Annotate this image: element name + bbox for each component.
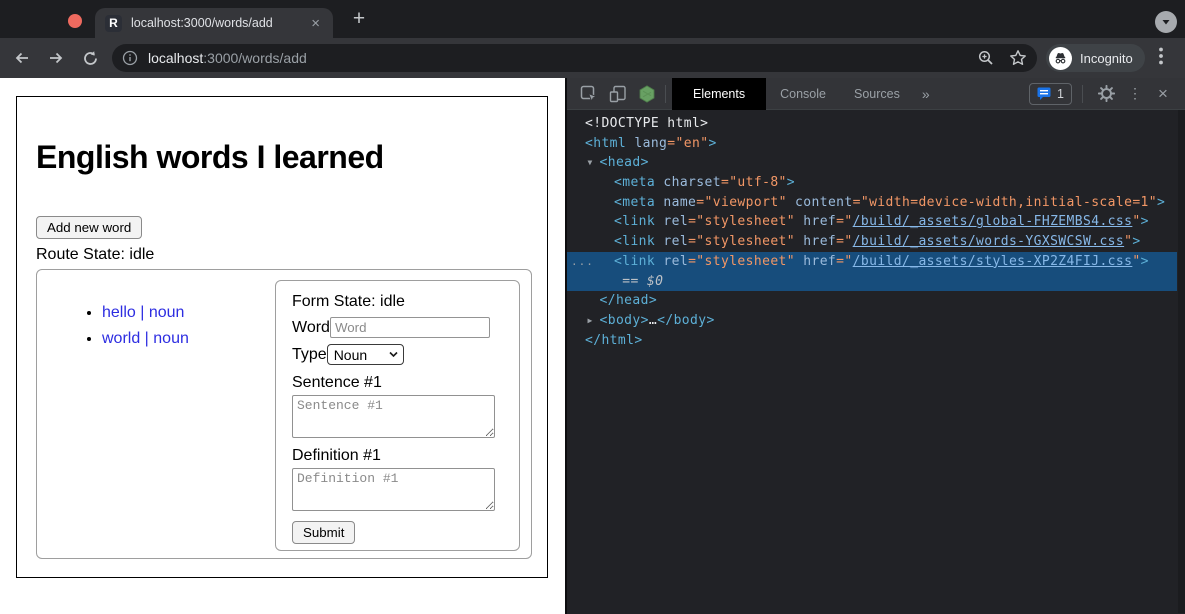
toolbar-divider: [1082, 85, 1083, 103]
stylesheet-link[interactable]: /build/_assets/styles-XP2Z4FIJ.css: [853, 254, 1133, 269]
url-text: localhost:3000/words/add: [148, 50, 977, 66]
bookmark-star-icon[interactable]: [1009, 49, 1027, 67]
row-overflow-icon[interactable]: ...: [571, 252, 594, 272]
word-link[interactable]: world | noun: [102, 330, 189, 347]
tab-console[interactable]: Console: [766, 78, 840, 110]
dom-tree-row[interactable]: </html>: [567, 331, 1177, 351]
forward-arrow-icon: [47, 49, 65, 67]
dom-tree-row[interactable]: ...<link rel="stylesheet" href="/build/_…: [567, 252, 1177, 272]
forward-button[interactable]: [44, 46, 68, 70]
collapsed-arrow-icon[interactable]: ▶: [588, 311, 600, 331]
devtools-toolbar: Elements Console Sources » 1 ⋮ ×: [567, 78, 1185, 110]
zoom-icon[interactable]: [977, 49, 995, 67]
submit-button[interactable]: Submit: [292, 521, 355, 544]
word-label: Word: [292, 319, 330, 337]
tab-close-icon[interactable]: ×: [308, 16, 323, 31]
tab-elements[interactable]: Elements: [672, 78, 766, 110]
add-new-word-button[interactable]: Add new word: [36, 216, 142, 239]
dom-tree-row[interactable]: ▼<head>: [567, 153, 1177, 173]
devtools-menu-icon[interactable]: ⋮: [1123, 82, 1147, 106]
incognito-label: Incognito: [1080, 51, 1133, 66]
stylesheet-link[interactable]: /build/_assets/words-YGXSWCSW.css: [853, 234, 1124, 249]
dom-tree: <!DOCTYPE html><html lang="en">▼<head><m…: [567, 110, 1185, 613]
add-word-form: Form State: idle Word TypeNoun Sentence …: [275, 280, 520, 551]
toolbar-divider: [665, 85, 666, 103]
page-title: English words I learned: [36, 139, 528, 176]
dom-tree-row[interactable]: </head>: [567, 291, 1177, 311]
issues-badge[interactable]: 1: [1029, 83, 1072, 105]
definition-label: Definition #1: [292, 447, 503, 465]
dom-tree-row[interactable]: ▶<body>…</body>: [567, 311, 1177, 331]
kebab-menu-icon: [1159, 47, 1163, 65]
address-bar[interactable]: localhost:3000/words/add: [112, 44, 1037, 72]
devtools-panel: Elements Console Sources » 1 ⋮ ×: [565, 78, 1185, 614]
app-container: English words I learned Add new word Rou…: [16, 96, 548, 578]
devtools-scrollbar[interactable]: [1178, 110, 1185, 613]
browser-toolbar: localhost:3000/words/add Incognito: [0, 38, 1185, 78]
browser-tab[interactable]: R localhost:3000/words/add ×: [95, 8, 333, 38]
tab-search-button[interactable]: [1155, 11, 1177, 33]
more-tabs-icon[interactable]: »: [914, 86, 938, 102]
reload-icon: [82, 50, 99, 67]
tab-sources[interactable]: Sources: [840, 78, 914, 110]
device-toolbar-icon[interactable]: [606, 82, 630, 106]
sentence-label: Sentence #1: [292, 374, 503, 392]
web-page: English words I learned Add new word Rou…: [0, 78, 565, 614]
new-tab-button[interactable]: +: [346, 6, 372, 32]
incognito-icon: [1049, 47, 1072, 70]
dom-tree-row[interactable]: <link rel="stylesheet" href="/build/_ass…: [567, 232, 1177, 252]
word-link[interactable]: hello | noun: [102, 304, 184, 321]
issues-count: 1: [1057, 87, 1064, 101]
remix-favicon-icon: R: [105, 15, 122, 32]
node-devtools-icon[interactable]: [635, 82, 659, 106]
back-arrow-icon: [13, 49, 31, 67]
sentence-textarea[interactable]: [292, 395, 495, 438]
dom-tree-row[interactable]: <!DOCTYPE html>: [567, 114, 1177, 134]
info-icon: [122, 50, 138, 66]
form-state-text: Form State: idle: [292, 293, 503, 311]
route-state-text: Route State: idle: [36, 246, 528, 264]
browser-menu-button[interactable]: [1151, 47, 1171, 70]
reload-button[interactable]: [78, 46, 102, 70]
dom-tree-row[interactable]: == $0: [567, 272, 1177, 292]
word-input[interactable]: [330, 317, 490, 338]
devtools-close-icon[interactable]: ×: [1151, 82, 1175, 106]
tab-strip: R localhost:3000/words/add × +: [0, 0, 1185, 38]
definition-textarea[interactable]: [292, 468, 495, 511]
inspect-element-icon[interactable]: [577, 82, 601, 106]
dom-tree-row[interactable]: <html lang="en">: [567, 134, 1177, 154]
window-close-button[interactable]: [68, 14, 82, 28]
browser-window: R localhost:3000/words/add × + localhost…: [0, 0, 1185, 614]
chevron-down-icon: [1160, 16, 1172, 28]
words-panel: hello | noun world | noun Form State: idl…: [36, 269, 532, 559]
dom-tree-row[interactable]: <meta name="viewport" content="width=dev…: [567, 193, 1177, 213]
settings-gear-icon[interactable]: [1094, 82, 1118, 106]
stylesheet-link[interactable]: /build/_assets/global-FHZEMBS4.css: [853, 214, 1133, 229]
type-select[interactable]: Noun: [327, 344, 404, 365]
expanded-arrow-icon[interactable]: ▼: [588, 153, 600, 173]
back-button[interactable]: [10, 46, 34, 70]
incognito-badge: Incognito: [1046, 44, 1145, 72]
tab-title: localhost:3000/words/add: [131, 16, 308, 30]
messages-bubble-icon: [1037, 87, 1052, 101]
dom-tree-row[interactable]: <link rel="stylesheet" href="/build/_ass…: [567, 212, 1177, 232]
dom-tree-row[interactable]: <meta charset="utf-8">: [567, 173, 1177, 193]
type-label: Type: [292, 346, 327, 364]
